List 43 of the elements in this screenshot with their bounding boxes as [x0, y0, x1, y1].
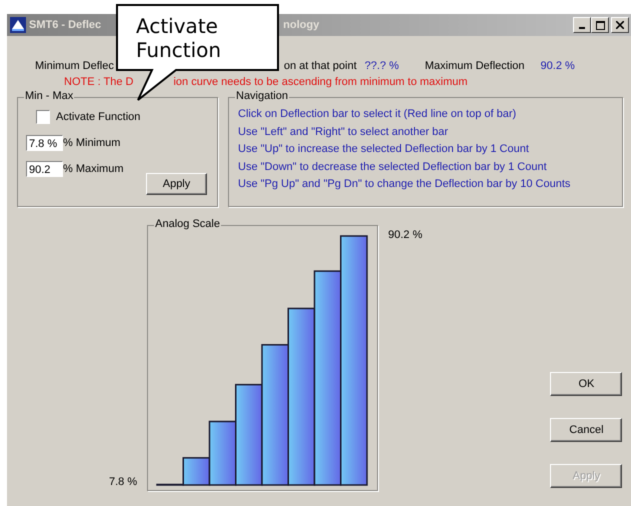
maximize-icon [596, 20, 604, 30]
note-text: ion curve needs to be ascending from minimum to maximum [173, 76, 468, 88]
input-field[interactable]: 90.2 [26, 161, 63, 177]
group-title: Navigation [235, 90, 289, 102]
input-field[interactable]: 7.8 % [26, 135, 63, 151]
instruction-text: Use "Down" to decrease the selected Deflection bar by 1 Count [238, 160, 548, 174]
group-title: Analog Scale [154, 218, 221, 230]
instruction-text: Click on Deflection bar to select it (Red line on top of bar) [238, 107, 518, 122]
window-title: nology [283, 19, 320, 31]
checkbox-label: Activate Function [56, 111, 140, 123]
dialog-button[interactable]: OK [550, 372, 622, 396]
instruction-text: Use "Up" to increase the selected Deflection bar by 1 Count [238, 142, 530, 157]
chart-bar[interactable] [182, 457, 210, 486]
minimum-deflection-label: Minimum Deflec [35, 60, 114, 72]
close-icon [616, 21, 624, 29]
chart-bar[interactable] [314, 270, 342, 486]
chart-bar[interactable] [288, 308, 316, 486]
field-label: % Minimum [63, 137, 120, 149]
chart-bar[interactable] [156, 484, 184, 486]
apply-button[interactable]: Apply [146, 173, 207, 195]
point-deflection-value: ??.? % [364, 60, 399, 72]
maximum-deflection-value: 90.2 % [540, 60, 575, 72]
callout-text: Activate Function [136, 14, 222, 62]
instruction-text: Use "Pg Up" and "Pg Dn" to change the Deflection bar by 10 Counts [238, 177, 572, 192]
axis-label: 7.8 % [109, 476, 138, 488]
chart-bar[interactable] [235, 384, 263, 486]
app-icon [10, 17, 26, 33]
chart-bar[interactable] [340, 235, 368, 486]
maximum-deflection-label: Maximum Deflection [424, 60, 525, 72]
chart-bar[interactable] [261, 344, 290, 486]
minimize-button[interactable] [573, 17, 591, 33]
note-text: NOTE : The D [64, 76, 134, 88]
group-title: Min - Max [24, 90, 74, 102]
axis-label: 90.2 % [388, 229, 422, 241]
maximize-button[interactable] [591, 17, 609, 33]
field-label: % Maximum [63, 163, 124, 175]
dialog-button[interactable]: Cancel [550, 418, 622, 442]
window-title: SMT6 - Deflec [29, 19, 102, 31]
close-button[interactable] [611, 17, 629, 33]
chart-bar[interactable] [208, 420, 237, 486]
checkbox[interactable] [36, 110, 50, 124]
point-deflection-label: on at that point [284, 60, 357, 72]
instruction-text: Use "Left" and "Right" to select another bar [238, 124, 450, 140]
